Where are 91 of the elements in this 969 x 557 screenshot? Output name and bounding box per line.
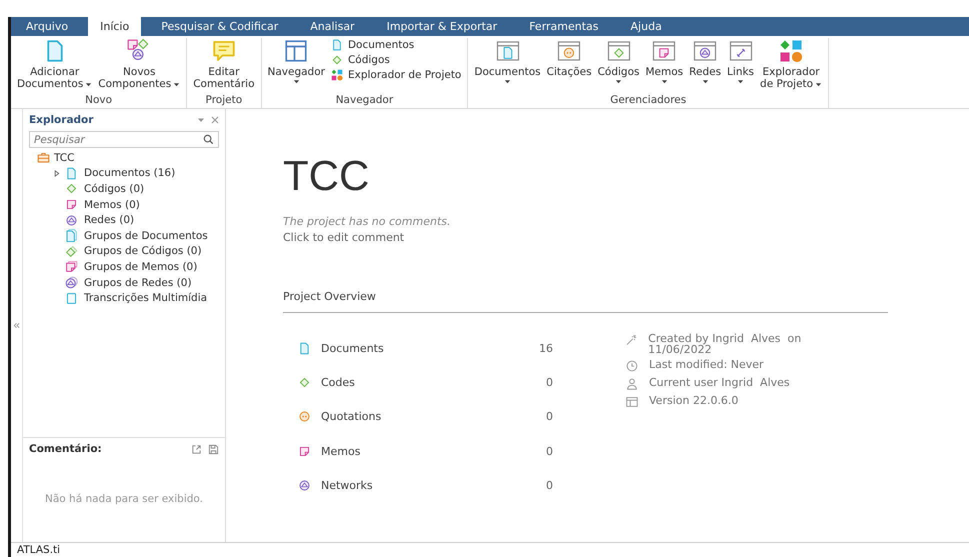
overview-row[interactable]: Documents 16 xyxy=(283,331,553,366)
ribbon-button[interactable]: Códigos xyxy=(596,38,642,94)
info-text: Current user Ingrid Alves xyxy=(649,377,790,388)
overview-row[interactable]: Memos 0 xyxy=(283,434,553,469)
tree-item[interactable]: Grupos de Redes (0) xyxy=(65,276,192,290)
document-group-icon xyxy=(65,229,78,242)
ribbon-button[interactable]: Links xyxy=(725,38,756,94)
note-window-icon xyxy=(652,39,676,63)
diamond-icon xyxy=(65,182,78,196)
quote-window-icon xyxy=(557,39,582,63)
tree-item[interactable]: TCC xyxy=(37,150,219,166)
caret-icon[interactable] xyxy=(197,116,205,124)
tree-item[interactable]: Redes (0) xyxy=(65,214,134,227)
ribbon-button[interactable]: Memos xyxy=(644,38,686,94)
overview-row[interactable]: Quotations 0 xyxy=(283,400,553,434)
shapes-icon xyxy=(779,39,804,63)
diamond-icon xyxy=(330,54,343,66)
group-label: Navegador xyxy=(334,94,394,108)
group-label: Gerenciadores xyxy=(609,94,688,108)
panel-title: Comentário: xyxy=(29,443,103,455)
ribbon-button[interactable]: Explorador de Projeto xyxy=(758,38,824,94)
menu-tab[interactable]: Início xyxy=(88,17,142,36)
search-icon xyxy=(203,134,214,145)
ribbon-button[interactable]: Novos Componentes xyxy=(96,38,182,94)
document-icon xyxy=(298,342,311,355)
status-text: ATLAS.ti xyxy=(17,544,60,556)
ribbon-button[interactable]: Adicionar Documentos xyxy=(15,38,94,94)
note-icon xyxy=(65,198,78,212)
ribbon-link-button[interactable]: Explorador de Projeto xyxy=(328,69,464,81)
edit-comment-link[interactable]: Click to edit comment xyxy=(283,231,404,244)
comment-icon xyxy=(212,39,236,63)
panel-title: Explorador xyxy=(29,114,94,126)
menu-tab[interactable]: Pesquisar & Codificar xyxy=(149,17,290,36)
network-group-icon xyxy=(65,276,78,290)
document-window-icon xyxy=(496,39,520,63)
tree-item[interactable]: Grupos de Códigos (0) xyxy=(65,244,202,258)
menu-tab[interactable]: Analisar xyxy=(298,17,367,36)
tree-item[interactable]: Grupos de Memos (0) xyxy=(65,260,198,274)
network-icon xyxy=(65,214,78,227)
tree-item[interactable]: Memos (0) xyxy=(65,198,140,212)
empty-message: Não há nada para ser exibido. xyxy=(44,493,204,505)
menu-tab[interactable]: Arquivo xyxy=(14,17,80,36)
tree-item[interactable]: Documentos (16) xyxy=(65,166,176,180)
search-field[interactable]: Pesquisar xyxy=(29,131,219,148)
ribbon-button[interactable]: Navegador xyxy=(266,38,327,94)
ribbon-link-button[interactable]: Códigos xyxy=(328,54,464,66)
network-window-icon xyxy=(693,39,718,63)
network-icon xyxy=(298,479,311,492)
ribbon-link-button[interactable]: Documentos xyxy=(328,39,464,51)
group-label: Novo xyxy=(84,94,114,108)
tree-item[interactable]: Grupos de Documentos xyxy=(65,229,208,242)
shapes-icon xyxy=(330,69,343,81)
user-icon xyxy=(625,377,639,391)
layout-icon xyxy=(284,39,308,63)
document-icon xyxy=(65,166,78,180)
clock-icon xyxy=(625,359,639,373)
ribbon-button[interactable]: Documentos xyxy=(472,38,543,94)
project-title: TCC xyxy=(283,153,370,199)
close-icon[interactable] xyxy=(211,116,219,124)
note-icon xyxy=(298,444,311,458)
magic-wand-icon xyxy=(625,333,638,347)
document-icon xyxy=(330,39,343,51)
window-icon xyxy=(625,395,639,409)
diamond-group-icon xyxy=(65,244,78,258)
note-group-icon xyxy=(65,260,78,274)
briefcase-icon xyxy=(37,151,50,164)
ribbon-button[interactable]: Editar Comentário xyxy=(191,38,256,94)
info-text: Created by Ingrid Alves on 11/06/2022 xyxy=(648,333,802,355)
chevron-left-icon[interactable] xyxy=(13,322,20,329)
ribbon-button[interactable]: Citações xyxy=(544,38,594,94)
tree-item[interactable]: Transcrições Multimídia xyxy=(65,292,208,305)
overview-row[interactable]: Codes 0 xyxy=(283,365,553,400)
diamond-window-icon xyxy=(606,39,631,63)
menu-tab[interactable]: Importar & Exportar xyxy=(374,17,510,36)
quote-icon xyxy=(298,410,311,424)
menu-tab[interactable]: Ferramentas xyxy=(517,17,611,36)
tree-item[interactable]: Códigos (0) xyxy=(65,182,144,196)
page-icon xyxy=(65,292,78,305)
group-label: Projeto xyxy=(204,94,244,108)
info-text: Last modified: Never xyxy=(649,359,764,370)
link-window-icon xyxy=(728,39,753,63)
overview-row[interactable]: Networks 0 xyxy=(283,468,553,503)
ribbon-button[interactable]: Redes xyxy=(687,38,724,94)
external-link-icon[interactable] xyxy=(191,444,202,454)
save-icon[interactable] xyxy=(208,444,219,454)
info-text: Version 22.0.6.0 xyxy=(649,395,738,406)
menu-tab[interactable]: Ajuda xyxy=(618,17,674,36)
expand-arrow-icon[interactable] xyxy=(53,170,60,177)
section-title: Project Overview xyxy=(283,290,377,303)
diamond-icon xyxy=(298,376,311,390)
comment-text: The project has no comments. xyxy=(283,215,452,228)
